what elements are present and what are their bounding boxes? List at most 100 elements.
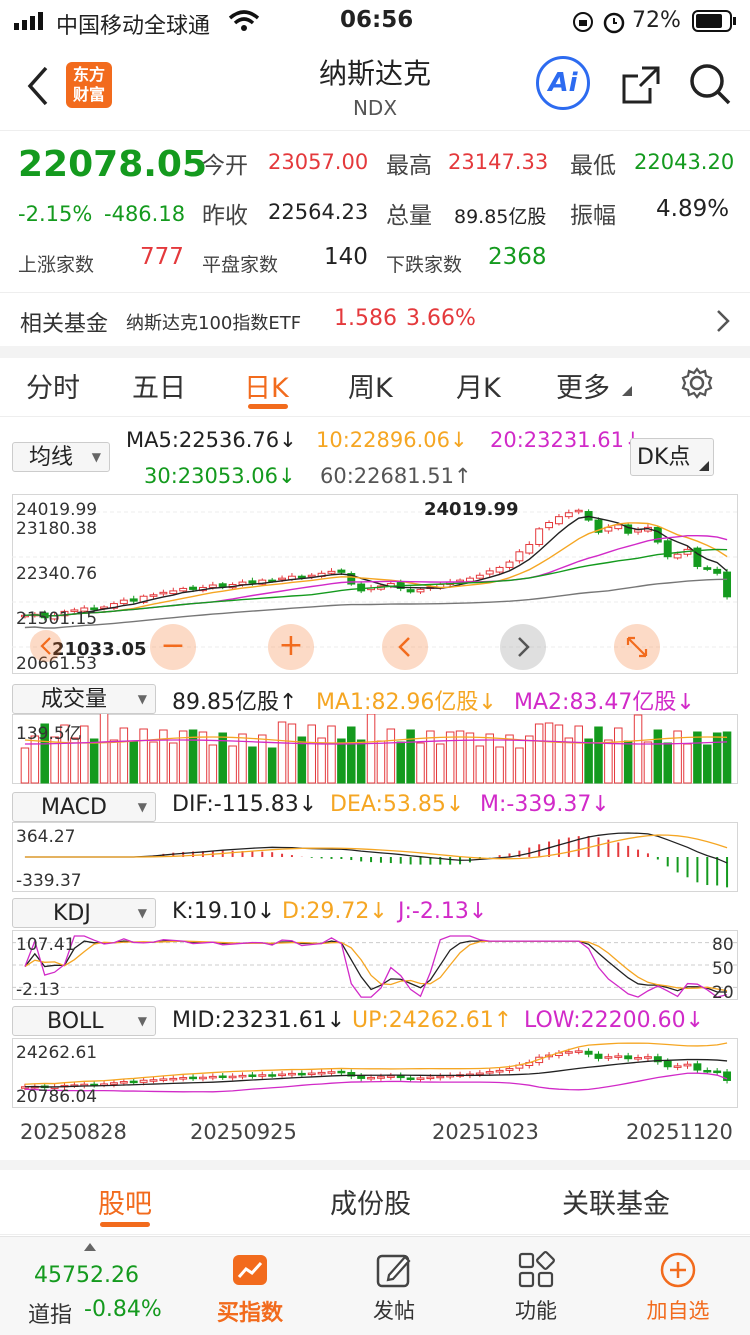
boll-candle bbox=[663, 1060, 672, 1068]
volume-bar bbox=[416, 742, 425, 784]
advancers-value: 777 bbox=[140, 244, 184, 270]
candle bbox=[208, 584, 217, 588]
expand-icon bbox=[626, 636, 648, 658]
volume-bar bbox=[327, 725, 336, 784]
tab-monthly-k[interactable]: 月K bbox=[456, 366, 501, 405]
kdj-ref-50: 50 bbox=[712, 959, 734, 979]
tab-related-funds[interactable]: 关联基金 bbox=[562, 1182, 670, 1221]
candle bbox=[218, 583, 227, 587]
volume-bar bbox=[178, 730, 188, 784]
kline-axis-y4: 21501.15 bbox=[16, 609, 98, 629]
kdj-chart[interactable] bbox=[12, 930, 738, 1000]
macd-chart[interactable] bbox=[12, 822, 738, 892]
volume-bar bbox=[475, 745, 485, 784]
scroll-right-button[interactable] bbox=[500, 624, 546, 670]
search-icon[interactable] bbox=[688, 62, 732, 106]
volume-bar bbox=[445, 731, 455, 784]
related-fund-row[interactable]: 相关基金 纳斯达克100指数ETF 1.586 3.66% bbox=[0, 292, 750, 348]
boll-candle bbox=[624, 1055, 633, 1060]
change-percent: -2.15% bbox=[18, 202, 93, 226]
share-icon[interactable] bbox=[620, 64, 662, 106]
fullscreen-button[interactable] bbox=[614, 624, 660, 670]
zoom-out-button[interactable]: − bbox=[150, 624, 196, 670]
kline-min-label: 21033.05 bbox=[52, 639, 147, 660]
volume-bar bbox=[169, 742, 178, 784]
ai-button[interactable]: Ai bbox=[536, 56, 590, 110]
high-value: 23147.33 bbox=[448, 150, 549, 174]
kdj-axis-top: 107.41 bbox=[16, 935, 76, 955]
signal-icon bbox=[14, 12, 43, 30]
candle bbox=[337, 569, 346, 573]
prev-button[interactable] bbox=[30, 630, 62, 662]
decliners-label: 下跌家数 bbox=[386, 254, 463, 276]
boll-candle bbox=[139, 1079, 148, 1083]
volume-bar bbox=[722, 731, 732, 784]
macd-m-label: M:-339.37↓ bbox=[480, 792, 610, 817]
macd-dea-line bbox=[24, 834, 728, 860]
volume-bar bbox=[614, 727, 623, 784]
active-tab-indicator bbox=[248, 404, 288, 409]
boll-chart[interactable] bbox=[12, 1038, 738, 1108]
kline-max-label: 24019.99 bbox=[424, 499, 519, 520]
ma-selector[interactable]: 均线 ▼ bbox=[12, 442, 110, 472]
volume-selector[interactable]: 成交量 ▼ bbox=[12, 684, 156, 714]
settings-gear-icon[interactable] bbox=[680, 366, 714, 400]
dk-caret-icon bbox=[699, 461, 709, 471]
kdj-k-line bbox=[24, 940, 728, 993]
volume-bar bbox=[623, 740, 633, 784]
buy-index-button[interactable]: 买指数 bbox=[200, 1251, 300, 1327]
boll-low-label: LOW:22200.60↓ bbox=[524, 1008, 705, 1033]
kline-axis-y3: 22340.76 bbox=[16, 564, 98, 584]
volume-bar bbox=[633, 714, 643, 784]
post-button[interactable]: 发帖 bbox=[344, 1251, 444, 1325]
macd-dea-label: DEA:53.85↓ bbox=[330, 792, 465, 817]
boll-candle bbox=[159, 1078, 168, 1081]
candle bbox=[119, 599, 128, 605]
tab-five-day[interactable]: 五日 bbox=[132, 366, 186, 405]
candle bbox=[475, 574, 484, 579]
dow-value[interactable]: 45752.26 bbox=[34, 1263, 139, 1288]
volume-bar bbox=[584, 738, 593, 784]
ma10-label: 10:22896.06↓ bbox=[316, 428, 468, 452]
volume-chart[interactable] bbox=[12, 714, 738, 784]
boll-candle bbox=[119, 1081, 128, 1084]
volume-bar bbox=[693, 731, 702, 784]
scroll-left-button[interactable] bbox=[382, 624, 428, 670]
dow-name[interactable]: 道指 bbox=[28, 1297, 72, 1329]
volume-ma1-label: MA1:82.96亿股↓ bbox=[316, 690, 497, 715]
dk-point-button[interactable]: DK点 bbox=[630, 438, 714, 476]
macd-selector[interactable]: MACD ▼ bbox=[12, 792, 156, 822]
tab-daily-k[interactable]: 日K bbox=[244, 366, 289, 405]
boll-candle bbox=[713, 1070, 722, 1074]
kdj-selector[interactable]: KDJ ▼ bbox=[12, 898, 156, 928]
boll-selector[interactable]: BOLL ▼ bbox=[12, 1006, 156, 1036]
volume-value-label: 89.85亿股↑ bbox=[172, 690, 298, 715]
tab-forum[interactable]: 股吧 bbox=[98, 1182, 152, 1221]
candle bbox=[673, 553, 682, 559]
date-label-4: 20251120 bbox=[626, 1120, 733, 1144]
boll-candle bbox=[416, 1077, 425, 1080]
volume-bar bbox=[396, 741, 405, 784]
dow-percent[interactable]: -0.84% bbox=[84, 1297, 162, 1322]
ma60-line bbox=[24, 578, 728, 629]
boll-candle bbox=[317, 1071, 326, 1075]
volume-bar bbox=[208, 744, 218, 784]
boll-candle bbox=[614, 1055, 623, 1058]
tab-weekly-k[interactable]: 周K bbox=[348, 366, 393, 405]
zoom-in-button[interactable]: + bbox=[268, 624, 314, 670]
boll-candle bbox=[189, 1076, 198, 1080]
boll-candle bbox=[287, 1072, 296, 1076]
add-watchlist-button[interactable]: 加自选 bbox=[628, 1251, 728, 1325]
functions-button[interactable]: 功能 bbox=[486, 1251, 586, 1325]
tab-more[interactable]: 更多 bbox=[556, 366, 610, 405]
boll-candle bbox=[505, 1068, 514, 1071]
candle bbox=[159, 591, 168, 595]
candle bbox=[515, 551, 524, 562]
boll-candle bbox=[258, 1074, 267, 1077]
volume-bar bbox=[317, 737, 326, 784]
volume-bar bbox=[89, 738, 99, 784]
ma30-label: 30:23053.06↓ bbox=[144, 464, 296, 488]
tab-constituents[interactable]: 成份股 bbox=[330, 1182, 411, 1221]
bottom-toolbar: 45752.26 道指 -0.84% 买指数 发帖 功能 加自选 bbox=[0, 1236, 750, 1335]
tab-intraday[interactable]: 分时 bbox=[26, 366, 80, 405]
